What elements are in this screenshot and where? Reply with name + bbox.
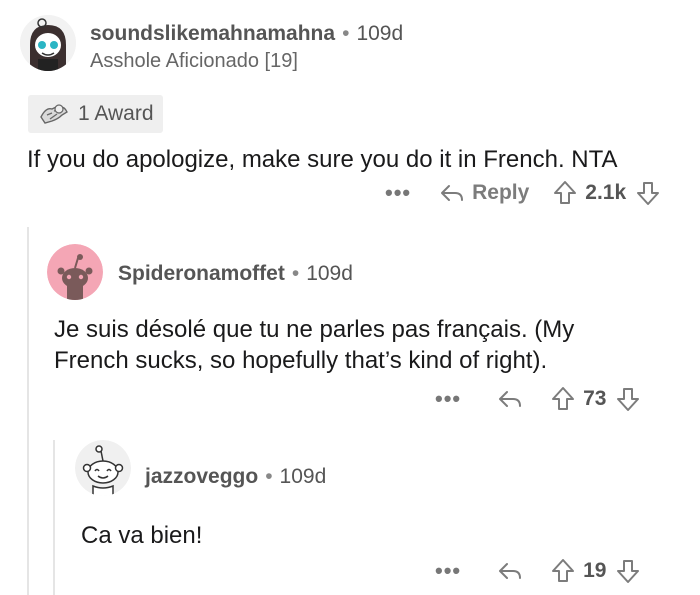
award-badge[interactable]: 1 Award xyxy=(28,95,163,133)
reply-arrow-icon[interactable] xyxy=(497,561,523,581)
reply-arrow-icon[interactable] xyxy=(497,389,523,409)
comment-body-line-1: Je suis désolé que tu ne parles pas fran… xyxy=(54,316,575,343)
user-flair: Asshole Aficionado [19] xyxy=(90,50,298,72)
comment-body-line-2: French sucks, so hopefully that’s kind o… xyxy=(54,347,548,374)
comment-body: Ca va bien! xyxy=(81,522,203,549)
snoo-avatar-icon xyxy=(75,440,131,496)
reply-button[interactable]: Reply xyxy=(439,181,529,205)
comment-age[interactable]: 109d xyxy=(306,262,353,285)
snoo-avatar-icon xyxy=(47,244,103,300)
user-avatar[interactable] xyxy=(20,15,76,71)
downvote-arrow-icon[interactable] xyxy=(636,180,660,206)
user-avatar[interactable] xyxy=(75,440,131,496)
downvote-arrow-icon[interactable] xyxy=(616,386,640,412)
more-options-button[interactable]: ••• xyxy=(385,180,411,206)
more-options-button[interactable]: ••• xyxy=(435,558,461,584)
reply-label: Reply xyxy=(472,181,530,204)
upvote-arrow-icon[interactable] xyxy=(553,180,577,206)
comment-age[interactable]: 109d xyxy=(280,465,327,488)
vote-score: 2.1k xyxy=(585,181,627,204)
username[interactable]: jazzoveggo xyxy=(145,465,258,488)
meta-separator: • xyxy=(291,262,300,285)
upvote-arrow-icon[interactable] xyxy=(551,558,575,584)
award-hands-icon xyxy=(40,104,68,124)
award-count: 1 Award xyxy=(78,102,154,125)
more-options-button[interactable]: ••• xyxy=(435,386,461,412)
thread-line-level-1[interactable] xyxy=(27,227,29,595)
comment-actions: ••• Reply 2.1k xyxy=(385,180,660,206)
comment-actions: ••• 19 xyxy=(435,558,640,584)
snoo-avatar-icon xyxy=(20,15,76,71)
username[interactable]: soundslikemahnamahna xyxy=(90,22,335,45)
comment-meta: Spideronamoffet • 109d xyxy=(118,262,353,286)
comment-meta: jazzoveggo • 109d xyxy=(145,465,326,489)
vote-score: 73 xyxy=(583,387,607,410)
comment-actions: ••• 73 xyxy=(435,386,640,412)
vote-score: 19 xyxy=(583,559,607,582)
thread-line-level-2[interactable] xyxy=(53,440,55,595)
user-avatar[interactable] xyxy=(47,244,103,300)
comment-age[interactable]: 109d xyxy=(356,22,403,45)
reply-arrow-icon xyxy=(441,185,464,201)
meta-separator: • xyxy=(265,465,273,488)
comment-meta: soundslikemahnamahna • 109d xyxy=(90,22,403,46)
upvote-arrow-icon[interactable] xyxy=(551,386,575,412)
meta-separator: • xyxy=(342,22,350,45)
downvote-arrow-icon[interactable] xyxy=(616,558,640,584)
username[interactable]: Spideronamoffet xyxy=(118,262,285,285)
comment-body: If you do apologize, make sure you do it… xyxy=(27,146,618,173)
